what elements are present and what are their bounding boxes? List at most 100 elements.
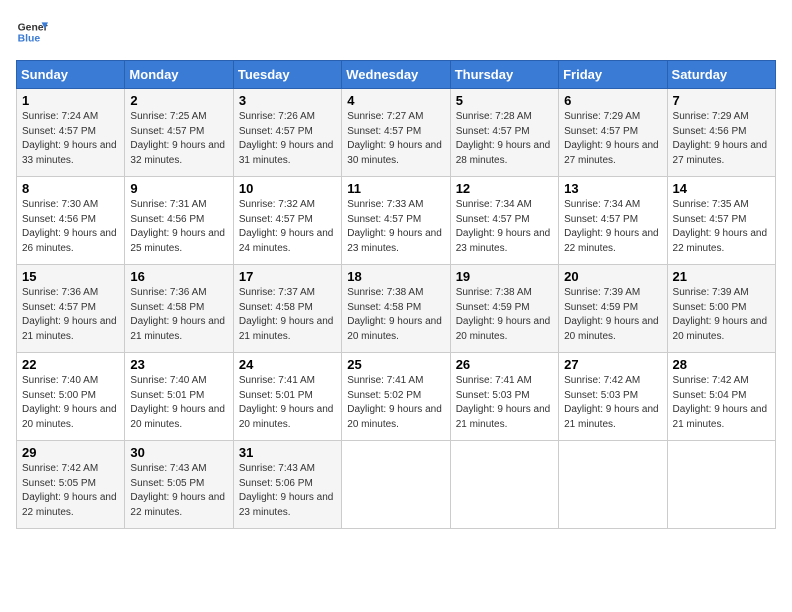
day-number: 2 bbox=[130, 93, 227, 108]
day-number: 19 bbox=[456, 269, 553, 284]
calendar-cell: 3 Sunrise: 7:26 AM Sunset: 4:57 PM Dayli… bbox=[233, 89, 341, 177]
logo: General Blue bbox=[16, 16, 48, 48]
day-detail: Sunrise: 7:42 AM Sunset: 5:04 PM Dayligh… bbox=[673, 374, 770, 432]
calendar-week-row: 22 Sunrise: 7:40 AM Sunset: 5:00 PM Dayl… bbox=[17, 353, 776, 441]
calendar-cell bbox=[667, 441, 775, 529]
day-detail: Sunrise: 7:43 AM Sunset: 5:05 PM Dayligh… bbox=[130, 462, 227, 520]
day-number: 12 bbox=[456, 181, 553, 196]
day-detail: Sunrise: 7:36 AM Sunset: 4:57 PM Dayligh… bbox=[22, 286, 119, 344]
calendar-cell: 28 Sunrise: 7:42 AM Sunset: 5:04 PM Dayl… bbox=[667, 353, 775, 441]
day-number: 3 bbox=[239, 93, 336, 108]
day-number: 20 bbox=[564, 269, 661, 284]
day-detail: Sunrise: 7:39 AM Sunset: 4:59 PM Dayligh… bbox=[564, 286, 661, 344]
day-detail: Sunrise: 7:41 AM Sunset: 5:02 PM Dayligh… bbox=[347, 374, 444, 432]
day-detail: Sunrise: 7:35 AM Sunset: 4:57 PM Dayligh… bbox=[673, 198, 770, 256]
calendar-cell: 14 Sunrise: 7:35 AM Sunset: 4:57 PM Dayl… bbox=[667, 177, 775, 265]
calendar-cell: 17 Sunrise: 7:37 AM Sunset: 4:58 PM Dayl… bbox=[233, 265, 341, 353]
calendar-cell: 30 Sunrise: 7:43 AM Sunset: 5:05 PM Dayl… bbox=[125, 441, 233, 529]
calendar-cell: 22 Sunrise: 7:40 AM Sunset: 5:00 PM Dayl… bbox=[17, 353, 125, 441]
calendar-header-tuesday: Tuesday bbox=[233, 61, 341, 89]
day-number: 16 bbox=[130, 269, 227, 284]
day-detail: Sunrise: 7:27 AM Sunset: 4:57 PM Dayligh… bbox=[347, 110, 444, 168]
calendar-week-row: 1 Sunrise: 7:24 AM Sunset: 4:57 PM Dayli… bbox=[17, 89, 776, 177]
day-detail: Sunrise: 7:32 AM Sunset: 4:57 PM Dayligh… bbox=[239, 198, 336, 256]
calendar-cell: 12 Sunrise: 7:34 AM Sunset: 4:57 PM Dayl… bbox=[450, 177, 558, 265]
day-number: 28 bbox=[673, 357, 770, 372]
day-number: 18 bbox=[347, 269, 444, 284]
day-detail: Sunrise: 7:40 AM Sunset: 5:00 PM Dayligh… bbox=[22, 374, 119, 432]
day-detail: Sunrise: 7:40 AM Sunset: 5:01 PM Dayligh… bbox=[130, 374, 227, 432]
calendar-cell: 4 Sunrise: 7:27 AM Sunset: 4:57 PM Dayli… bbox=[342, 89, 450, 177]
day-detail: Sunrise: 7:42 AM Sunset: 5:03 PM Dayligh… bbox=[564, 374, 661, 432]
day-detail: Sunrise: 7:34 AM Sunset: 4:57 PM Dayligh… bbox=[564, 198, 661, 256]
svg-text:Blue: Blue bbox=[18, 34, 41, 45]
day-number: 14 bbox=[673, 181, 770, 196]
day-detail: Sunrise: 7:26 AM Sunset: 4:57 PM Dayligh… bbox=[239, 110, 336, 168]
day-detail: Sunrise: 7:28 AM Sunset: 4:57 PM Dayligh… bbox=[456, 110, 553, 168]
calendar-cell: 31 Sunrise: 7:43 AM Sunset: 5:06 PM Dayl… bbox=[233, 441, 341, 529]
calendar-cell: 6 Sunrise: 7:29 AM Sunset: 4:57 PM Dayli… bbox=[559, 89, 667, 177]
calendar-cell: 18 Sunrise: 7:38 AM Sunset: 4:58 PM Dayl… bbox=[342, 265, 450, 353]
day-number: 23 bbox=[130, 357, 227, 372]
calendar-cell: 21 Sunrise: 7:39 AM Sunset: 5:00 PM Dayl… bbox=[667, 265, 775, 353]
header: General Blue bbox=[16, 16, 776, 48]
day-detail: Sunrise: 7:38 AM Sunset: 4:59 PM Dayligh… bbox=[456, 286, 553, 344]
day-number: 9 bbox=[130, 181, 227, 196]
day-number: 1 bbox=[22, 93, 119, 108]
calendar-cell: 2 Sunrise: 7:25 AM Sunset: 4:57 PM Dayli… bbox=[125, 89, 233, 177]
calendar-week-row: 8 Sunrise: 7:30 AM Sunset: 4:56 PM Dayli… bbox=[17, 177, 776, 265]
day-detail: Sunrise: 7:37 AM Sunset: 4:58 PM Dayligh… bbox=[239, 286, 336, 344]
day-detail: Sunrise: 7:25 AM Sunset: 4:57 PM Dayligh… bbox=[130, 110, 227, 168]
day-number: 27 bbox=[564, 357, 661, 372]
calendar-cell: 27 Sunrise: 7:42 AM Sunset: 5:03 PM Dayl… bbox=[559, 353, 667, 441]
calendar-header-monday: Monday bbox=[125, 61, 233, 89]
day-detail: Sunrise: 7:24 AM Sunset: 4:57 PM Dayligh… bbox=[22, 110, 119, 168]
day-number: 5 bbox=[456, 93, 553, 108]
calendar-header-thursday: Thursday bbox=[450, 61, 558, 89]
day-number: 25 bbox=[347, 357, 444, 372]
calendar-cell: 16 Sunrise: 7:36 AM Sunset: 4:58 PM Dayl… bbox=[125, 265, 233, 353]
calendar-table: SundayMondayTuesdayWednesdayThursdayFrid… bbox=[16, 60, 776, 529]
day-detail: Sunrise: 7:30 AM Sunset: 4:56 PM Dayligh… bbox=[22, 198, 119, 256]
day-number: 13 bbox=[564, 181, 661, 196]
day-number: 8 bbox=[22, 181, 119, 196]
logo-icon: General Blue bbox=[16, 16, 48, 48]
calendar-cell: 7 Sunrise: 7:29 AM Sunset: 4:56 PM Dayli… bbox=[667, 89, 775, 177]
day-number: 11 bbox=[347, 181, 444, 196]
day-detail: Sunrise: 7:39 AM Sunset: 5:00 PM Dayligh… bbox=[673, 286, 770, 344]
calendar-header-friday: Friday bbox=[559, 61, 667, 89]
day-number: 4 bbox=[347, 93, 444, 108]
day-detail: Sunrise: 7:36 AM Sunset: 4:58 PM Dayligh… bbox=[130, 286, 227, 344]
day-number: 29 bbox=[22, 445, 119, 460]
calendar-cell: 10 Sunrise: 7:32 AM Sunset: 4:57 PM Dayl… bbox=[233, 177, 341, 265]
calendar-cell: 25 Sunrise: 7:41 AM Sunset: 5:02 PM Dayl… bbox=[342, 353, 450, 441]
day-number: 10 bbox=[239, 181, 336, 196]
day-number: 6 bbox=[564, 93, 661, 108]
calendar-cell: 13 Sunrise: 7:34 AM Sunset: 4:57 PM Dayl… bbox=[559, 177, 667, 265]
calendar-cell: 15 Sunrise: 7:36 AM Sunset: 4:57 PM Dayl… bbox=[17, 265, 125, 353]
calendar-cell: 23 Sunrise: 7:40 AM Sunset: 5:01 PM Dayl… bbox=[125, 353, 233, 441]
calendar-cell: 11 Sunrise: 7:33 AM Sunset: 4:57 PM Dayl… bbox=[342, 177, 450, 265]
day-number: 17 bbox=[239, 269, 336, 284]
calendar-body: 1 Sunrise: 7:24 AM Sunset: 4:57 PM Dayli… bbox=[17, 89, 776, 529]
day-number: 31 bbox=[239, 445, 336, 460]
calendar-week-row: 15 Sunrise: 7:36 AM Sunset: 4:57 PM Dayl… bbox=[17, 265, 776, 353]
calendar-header-sunday: Sunday bbox=[17, 61, 125, 89]
calendar-cell: 1 Sunrise: 7:24 AM Sunset: 4:57 PM Dayli… bbox=[17, 89, 125, 177]
day-detail: Sunrise: 7:29 AM Sunset: 4:57 PM Dayligh… bbox=[564, 110, 661, 168]
day-detail: Sunrise: 7:31 AM Sunset: 4:56 PM Dayligh… bbox=[130, 198, 227, 256]
day-detail: Sunrise: 7:34 AM Sunset: 4:57 PM Dayligh… bbox=[456, 198, 553, 256]
calendar-cell bbox=[559, 441, 667, 529]
day-detail: Sunrise: 7:43 AM Sunset: 5:06 PM Dayligh… bbox=[239, 462, 336, 520]
calendar-week-row: 29 Sunrise: 7:42 AM Sunset: 5:05 PM Dayl… bbox=[17, 441, 776, 529]
calendar-header-wednesday: Wednesday bbox=[342, 61, 450, 89]
day-number: 21 bbox=[673, 269, 770, 284]
calendar-cell: 8 Sunrise: 7:30 AM Sunset: 4:56 PM Dayli… bbox=[17, 177, 125, 265]
day-detail: Sunrise: 7:41 AM Sunset: 5:01 PM Dayligh… bbox=[239, 374, 336, 432]
day-number: 22 bbox=[22, 357, 119, 372]
calendar-header-saturday: Saturday bbox=[667, 61, 775, 89]
day-number: 30 bbox=[130, 445, 227, 460]
calendar-cell: 9 Sunrise: 7:31 AM Sunset: 4:56 PM Dayli… bbox=[125, 177, 233, 265]
day-detail: Sunrise: 7:42 AM Sunset: 5:05 PM Dayligh… bbox=[22, 462, 119, 520]
calendar-header-row: SundayMondayTuesdayWednesdayThursdayFrid… bbox=[17, 61, 776, 89]
